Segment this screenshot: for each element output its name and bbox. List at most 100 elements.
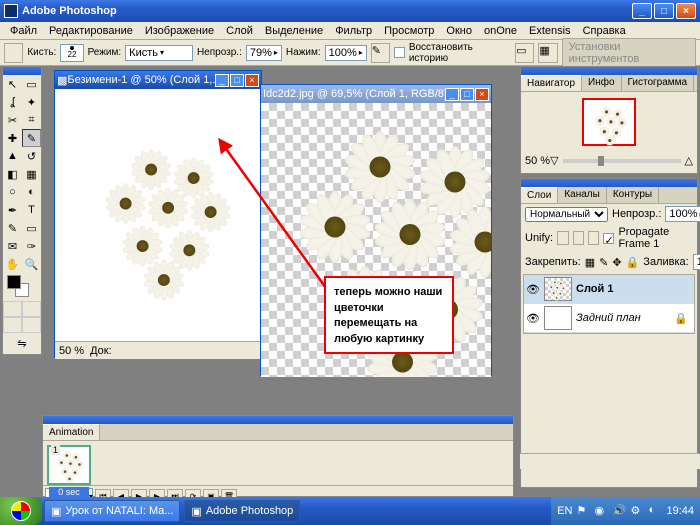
tab-histogram[interactable]: Гистограмма	[622, 75, 695, 91]
move-tool[interactable]: ↖	[3, 75, 22, 93]
maximize-button[interactable]: □	[654, 3, 674, 19]
tab-animation[interactable]: Animation	[43, 424, 100, 440]
quickmask-button[interactable]	[22, 301, 41, 317]
menu-help[interactable]: Справка	[577, 23, 632, 39]
tab-navigator[interactable]: Навигатор	[521, 75, 582, 91]
navigator-zoom[interactable]: 50 %	[525, 155, 550, 167]
menu-onone[interactable]: onOne	[478, 23, 523, 39]
animation-frame-1[interactable]: 1 0 sec	[47, 445, 91, 485]
layer-item-bg[interactable]: 👁 Задний план 🔒	[524, 304, 694, 333]
flow-field[interactable]: 100%▸	[325, 45, 367, 61]
layer-thumb[interactable]	[544, 306, 572, 330]
notes-tool[interactable]: ✉	[3, 237, 22, 255]
lasso-tool[interactable]: ʆ	[3, 93, 22, 111]
menu-view[interactable]: Просмотр	[378, 23, 440, 39]
palette-toggle-button[interactable]: ▭	[515, 43, 534, 63]
tool-presets-label[interactable]: Установки инструментов	[562, 38, 696, 68]
doc2-minimize[interactable]: _	[445, 88, 459, 101]
workspace-button[interactable]: ▦	[538, 43, 557, 63]
layer-name[interactable]: Задний план	[576, 312, 641, 324]
menu-extensis[interactable]: Extensis	[523, 23, 577, 39]
pen-tool[interactable]: ✎	[3, 219, 22, 237]
menu-edit[interactable]: Редактирование	[43, 23, 139, 39]
screen-mode-1[interactable]	[3, 317, 22, 333]
lock-trans-icon[interactable]: ▦	[585, 256, 595, 269]
fill-field[interactable]: 100%▸	[693, 254, 700, 270]
color-swatches[interactable]	[3, 273, 41, 301]
heal-tool[interactable]: ✚	[3, 129, 22, 147]
tool-preset-button[interactable]	[4, 43, 23, 63]
marquee-tool[interactable]: ▭	[22, 75, 41, 93]
lock-paint-icon[interactable]: ✎	[599, 256, 608, 269]
visibility-icon[interactable]: 👁	[526, 282, 540, 296]
navigator-slider[interactable]	[563, 159, 681, 163]
slice-tool[interactable]: ⌗	[22, 111, 41, 129]
blur-tool[interactable]: ○	[3, 183, 22, 201]
screen-mode-2[interactable]	[22, 317, 41, 333]
tray-icon[interactable]: ⚑	[576, 504, 590, 518]
clock[interactable]: 19:44	[666, 505, 694, 517]
propagate-checkbox[interactable]: ✓	[603, 233, 614, 244]
wand-tool[interactable]: ✦	[22, 93, 41, 111]
taskbar-item-1[interactable]: ▣Урок от NATALI: Ma...	[44, 500, 180, 522]
history-brush-tool[interactable]: ↺	[22, 147, 41, 165]
start-button[interactable]	[0, 497, 42, 525]
lock-all-icon[interactable]: 🔒	[626, 256, 640, 269]
zoom-out-icon[interactable]: ▽	[550, 154, 558, 167]
stamp-tool[interactable]: ▲	[3, 147, 22, 165]
shape-tool[interactable]: ▭	[22, 219, 41, 237]
eraser-tool[interactable]: ◧	[3, 165, 22, 183]
doc1-close[interactable]: ×	[245, 74, 259, 87]
layer-name[interactable]: Слой 1	[576, 283, 613, 295]
taskbar-item-2[interactable]: ▣Adobe Photoshop	[184, 500, 300, 522]
gradient-tool[interactable]: ▦	[22, 165, 41, 183]
fg-color[interactable]	[7, 275, 21, 289]
menu-filter[interactable]: Фильтр	[329, 23, 378, 39]
unify-vis-button[interactable]	[573, 231, 584, 245]
doc1-maximize[interactable]: □	[230, 74, 244, 87]
minimize-button[interactable]: _	[632, 3, 652, 19]
tray-icon[interactable]: ◉	[594, 504, 608, 518]
close-button[interactable]: ×	[676, 3, 696, 19]
lock-pos-icon[interactable]: ✥	[612, 256, 621, 269]
blend-mode-dropdown[interactable]: Нормальный	[525, 207, 608, 222]
layer-opacity-field[interactable]: 100%▸	[665, 206, 700, 222]
tab-info[interactable]: Инфо	[582, 75, 622, 91]
tab-paths[interactable]: Контуры	[607, 187, 659, 203]
layer-item-1[interactable]: 👁 Слой 1	[524, 275, 694, 304]
dodge-tool[interactable]: ◐	[22, 183, 41, 201]
navigator-thumbnail[interactable]	[582, 98, 636, 146]
tab-channels[interactable]: Каналы	[558, 187, 607, 203]
type-tool[interactable]: T	[22, 201, 41, 219]
visibility-icon[interactable]: 👁	[526, 311, 540, 325]
doc2-maximize[interactable]: □	[460, 88, 474, 101]
tray-icon[interactable]: ⚙	[630, 504, 644, 518]
volume-icon[interactable]: 🔊	[612, 504, 626, 518]
doc1-zoom[interactable]: 50 %	[59, 345, 84, 357]
layer-thumb[interactable]	[544, 277, 572, 301]
history-checkbox[interactable]	[394, 47, 405, 58]
doc2-close[interactable]: ×	[475, 88, 489, 101]
menu-file[interactable]: Файл	[4, 23, 43, 39]
hand-tool[interactable]: ✋	[3, 255, 22, 273]
airbrush-button[interactable]: ✎	[371, 43, 390, 63]
menu-select[interactable]: Выделение	[259, 23, 329, 39]
brush-tool[interactable]: ✎	[22, 129, 41, 147]
eyedropper-tool[interactable]: ✑	[22, 237, 41, 255]
frame-time[interactable]: 0 sec	[49, 487, 89, 497]
opacity-field[interactable]: 79%▸	[246, 45, 282, 61]
tab-layers[interactable]: Слои	[521, 187, 558, 203]
unify-pos-button[interactable]	[557, 231, 568, 245]
menu-window[interactable]: Окно	[440, 23, 478, 39]
tray-icon[interactable]: ◐	[648, 504, 662, 518]
zoom-tool[interactable]: 🔍	[22, 255, 41, 273]
crop-tool[interactable]: ✂	[3, 111, 22, 129]
menu-image[interactable]: Изображение	[139, 23, 220, 39]
imageready-button[interactable]: ⇋	[3, 333, 41, 354]
mode-dropdown[interactable]: Кисть▾	[125, 45, 193, 61]
brush-preview[interactable]: 22	[60, 44, 83, 62]
standard-mode-button[interactable]	[3, 301, 22, 317]
doc1-minimize[interactable]: _	[215, 74, 229, 87]
path-tool[interactable]: ✒	[3, 201, 22, 219]
menu-layer[interactable]: Слой	[220, 23, 259, 39]
